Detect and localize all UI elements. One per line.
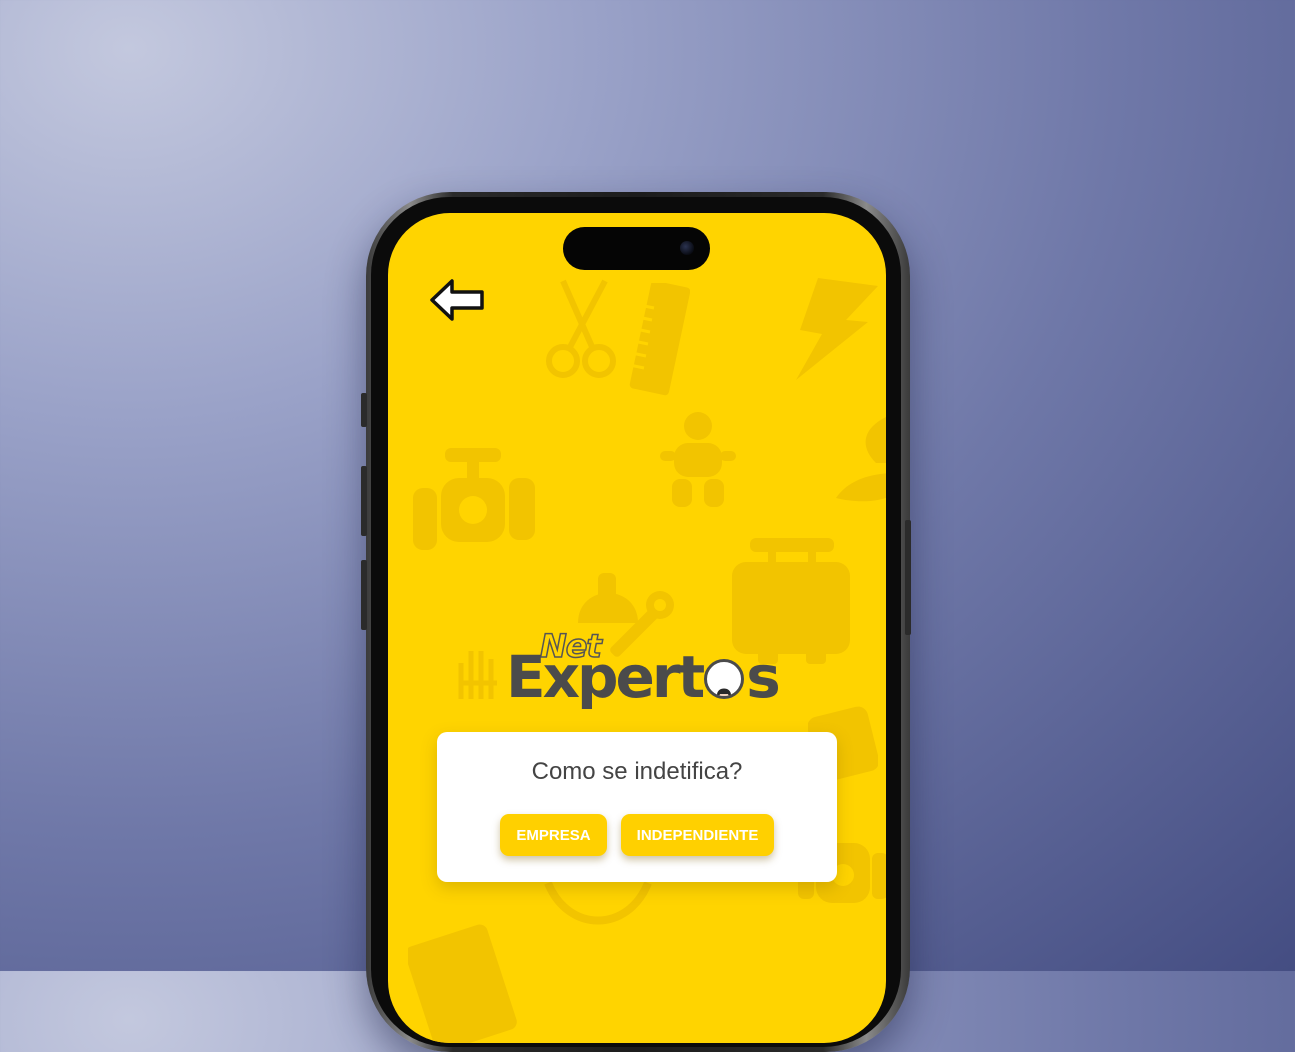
phone-volume-up-button: [361, 466, 367, 536]
glove-icon: [458, 651, 497, 699]
valve-icon: [413, 448, 535, 550]
logo-name-end: s: [746, 643, 780, 711]
phone-power-button: [905, 520, 911, 635]
comb-icon: [619, 283, 690, 396]
logo-wordmark: Expert s: [506, 643, 781, 711]
arrow-left-icon: [430, 279, 484, 321]
phone-volume-down-button: [361, 560, 367, 630]
hardhat-icon-small: [408, 924, 517, 1043]
baby-icon: [660, 412, 736, 507]
netexpertos-logo: Net Expert s: [506, 625, 781, 715]
identity-dialog: Como se indetifica? EMPRESA INDEPENDIENT…: [437, 732, 837, 882]
dialog-title: Como se indetifica?: [531, 758, 743, 785]
lightning-icon: [796, 278, 878, 380]
expert-avatar-icon: [704, 659, 745, 699]
dynamic-island: [563, 227, 710, 270]
leaf-icon: [836, 417, 886, 502]
empresa-button[interactable]: EMPRESA: [500, 814, 607, 856]
camera-icon: [680, 241, 694, 255]
independiente-button[interactable]: INDEPENDIENTE: [621, 814, 774, 856]
app-screen: Net Expert s Como se indetifica? EMPRESA…: [388, 213, 886, 1043]
logo-name-start: Expert: [506, 643, 705, 711]
back-button[interactable]: [428, 277, 488, 323]
phone-action-button: [361, 393, 367, 427]
